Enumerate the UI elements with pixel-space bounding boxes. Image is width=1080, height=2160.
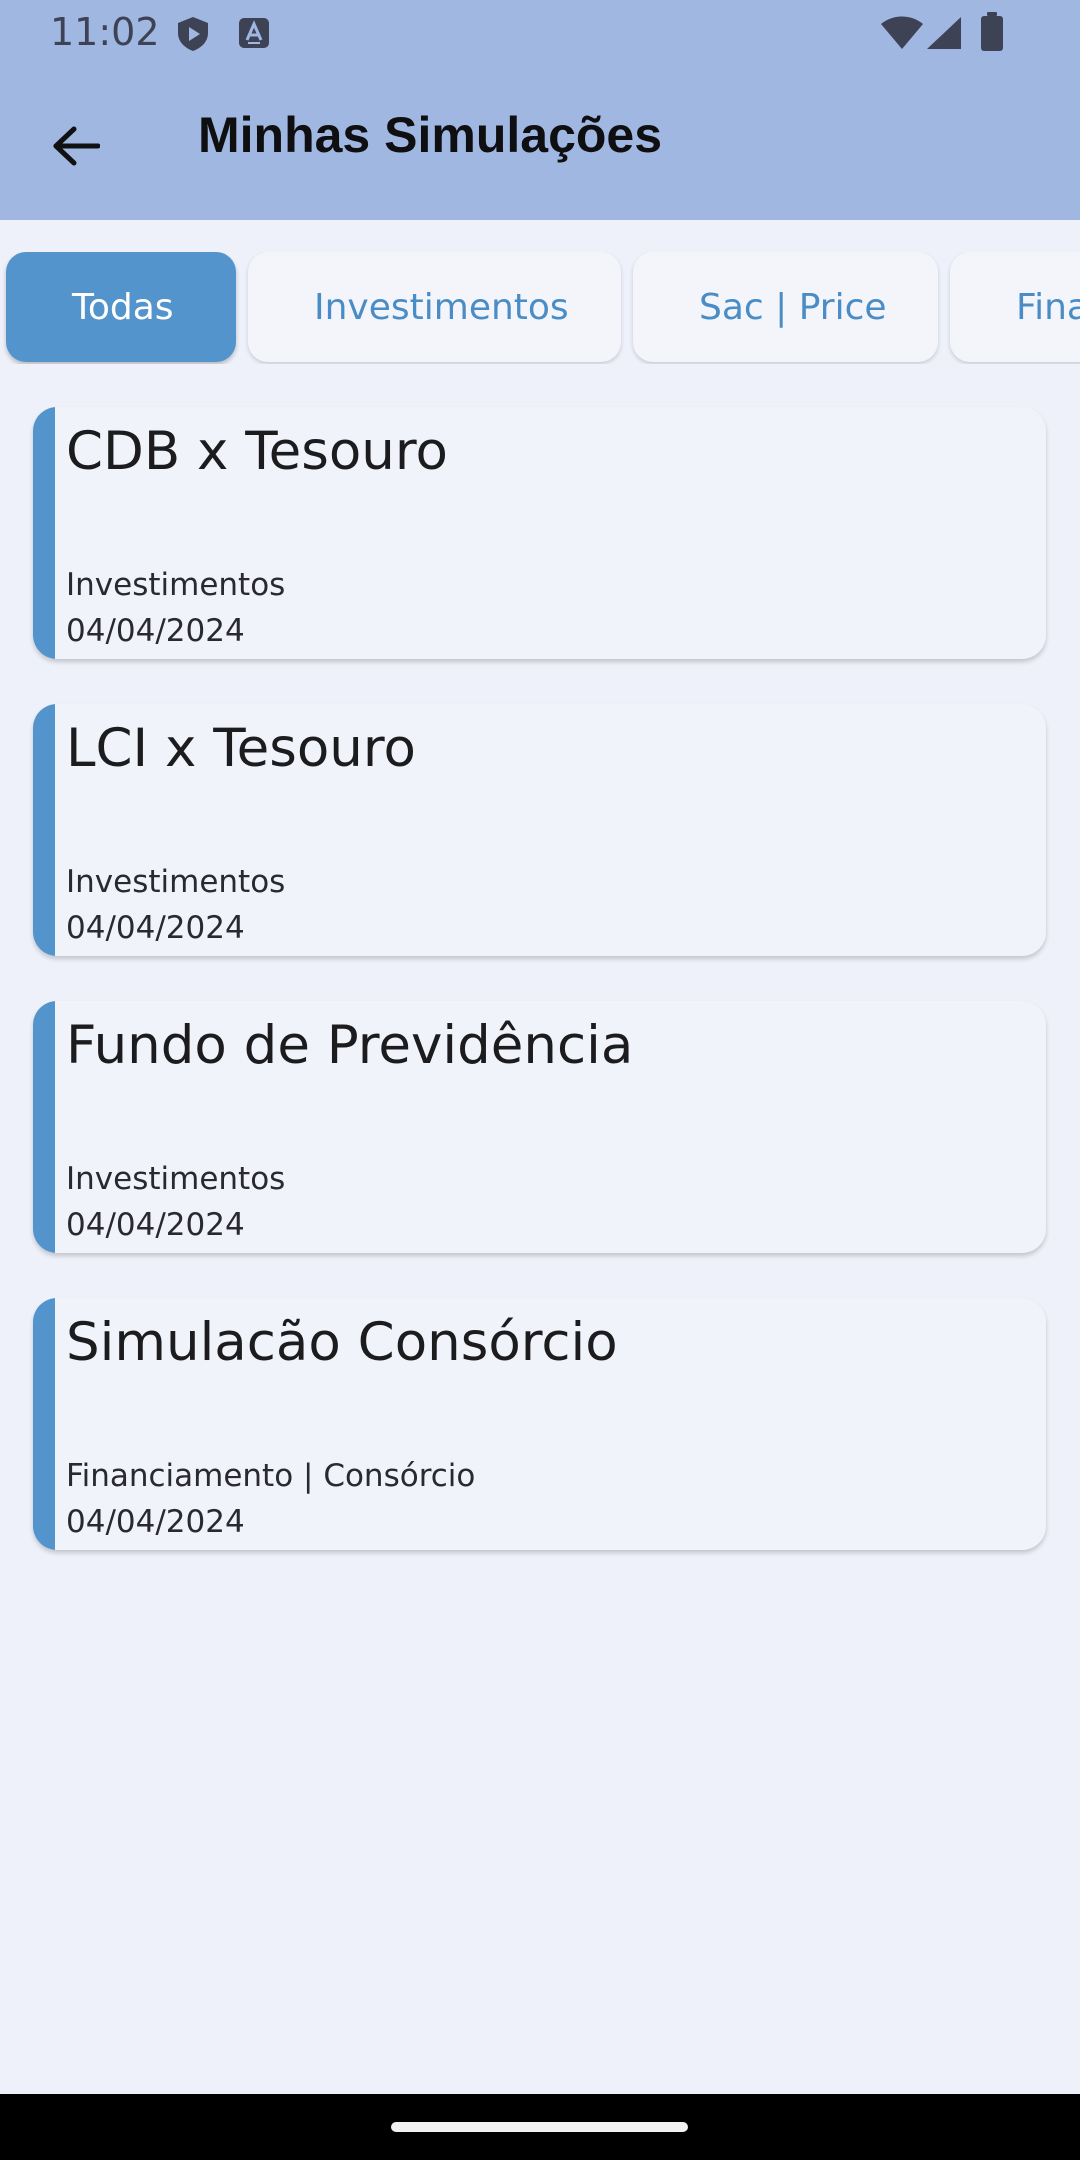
tab-financiamento[interactable]: Fina bbox=[950, 252, 1080, 362]
app-bar: Minhas Simulações bbox=[0, 66, 1080, 220]
card-title: LCI x Tesouro bbox=[66, 718, 416, 779]
card-category: Financiamento | Consórcio bbox=[66, 1458, 476, 1494]
arrow-left-icon bbox=[52, 125, 101, 172]
status-time: 11:02 bbox=[50, 10, 160, 54]
battery-icon bbox=[980, 12, 1004, 57]
card-category: Investimentos bbox=[66, 567, 286, 603]
card-category: Investimentos bbox=[66, 1161, 286, 1197]
tab-sac-price[interactable]: Sac | Price bbox=[633, 252, 938, 362]
card-date: 04/04/2024 bbox=[66, 910, 245, 946]
card-date: 04/04/2024 bbox=[66, 1207, 245, 1243]
signal-icon bbox=[926, 16, 962, 55]
card-title: Fundo de Previdência bbox=[66, 1015, 634, 1076]
simulation-card[interactable]: CDB x Tesouro Investimentos 04/04/2024 bbox=[33, 407, 1046, 659]
tab-investimentos[interactable]: Investimentos bbox=[248, 252, 621, 362]
text-a-icon bbox=[238, 17, 270, 54]
card-accent-bar bbox=[33, 1001, 55, 1253]
page-title: Minhas Simulações bbox=[198, 107, 663, 163]
card-title: Simulacão Consórcio bbox=[66, 1312, 618, 1373]
tab-todas[interactable]: Todas bbox=[6, 252, 236, 362]
simulation-card[interactable]: Fundo de Previdência Investimentos 04/04… bbox=[33, 1001, 1046, 1253]
card-accent-bar bbox=[33, 1298, 55, 1550]
simulation-card[interactable]: LCI x Tesouro Investimentos 04/04/2024 bbox=[33, 704, 1046, 956]
wifi-icon bbox=[880, 16, 924, 55]
card-accent-bar bbox=[33, 407, 55, 659]
home-indicator[interactable] bbox=[391, 2122, 688, 2132]
back-button[interactable] bbox=[36, 108, 116, 188]
top-app-bar: 11:02 Minhas Simulações bbox=[0, 0, 1080, 220]
card-date: 04/04/2024 bbox=[66, 613, 245, 649]
status-bar: 11:02 bbox=[0, 0, 1080, 66]
card-category: Investimentos bbox=[66, 864, 286, 900]
system-navigation-bar bbox=[0, 2094, 1080, 2160]
simulation-card[interactable]: Simulacão Consórcio Financiamento | Cons… bbox=[33, 1298, 1046, 1550]
card-accent-bar bbox=[33, 704, 55, 956]
filter-tabs: Todas Investimentos Sac | Price Fina bbox=[0, 252, 1080, 364]
card-date: 04/04/2024 bbox=[66, 1504, 245, 1540]
card-title: CDB x Tesouro bbox=[66, 421, 448, 482]
shield-play-icon bbox=[176, 16, 210, 57]
